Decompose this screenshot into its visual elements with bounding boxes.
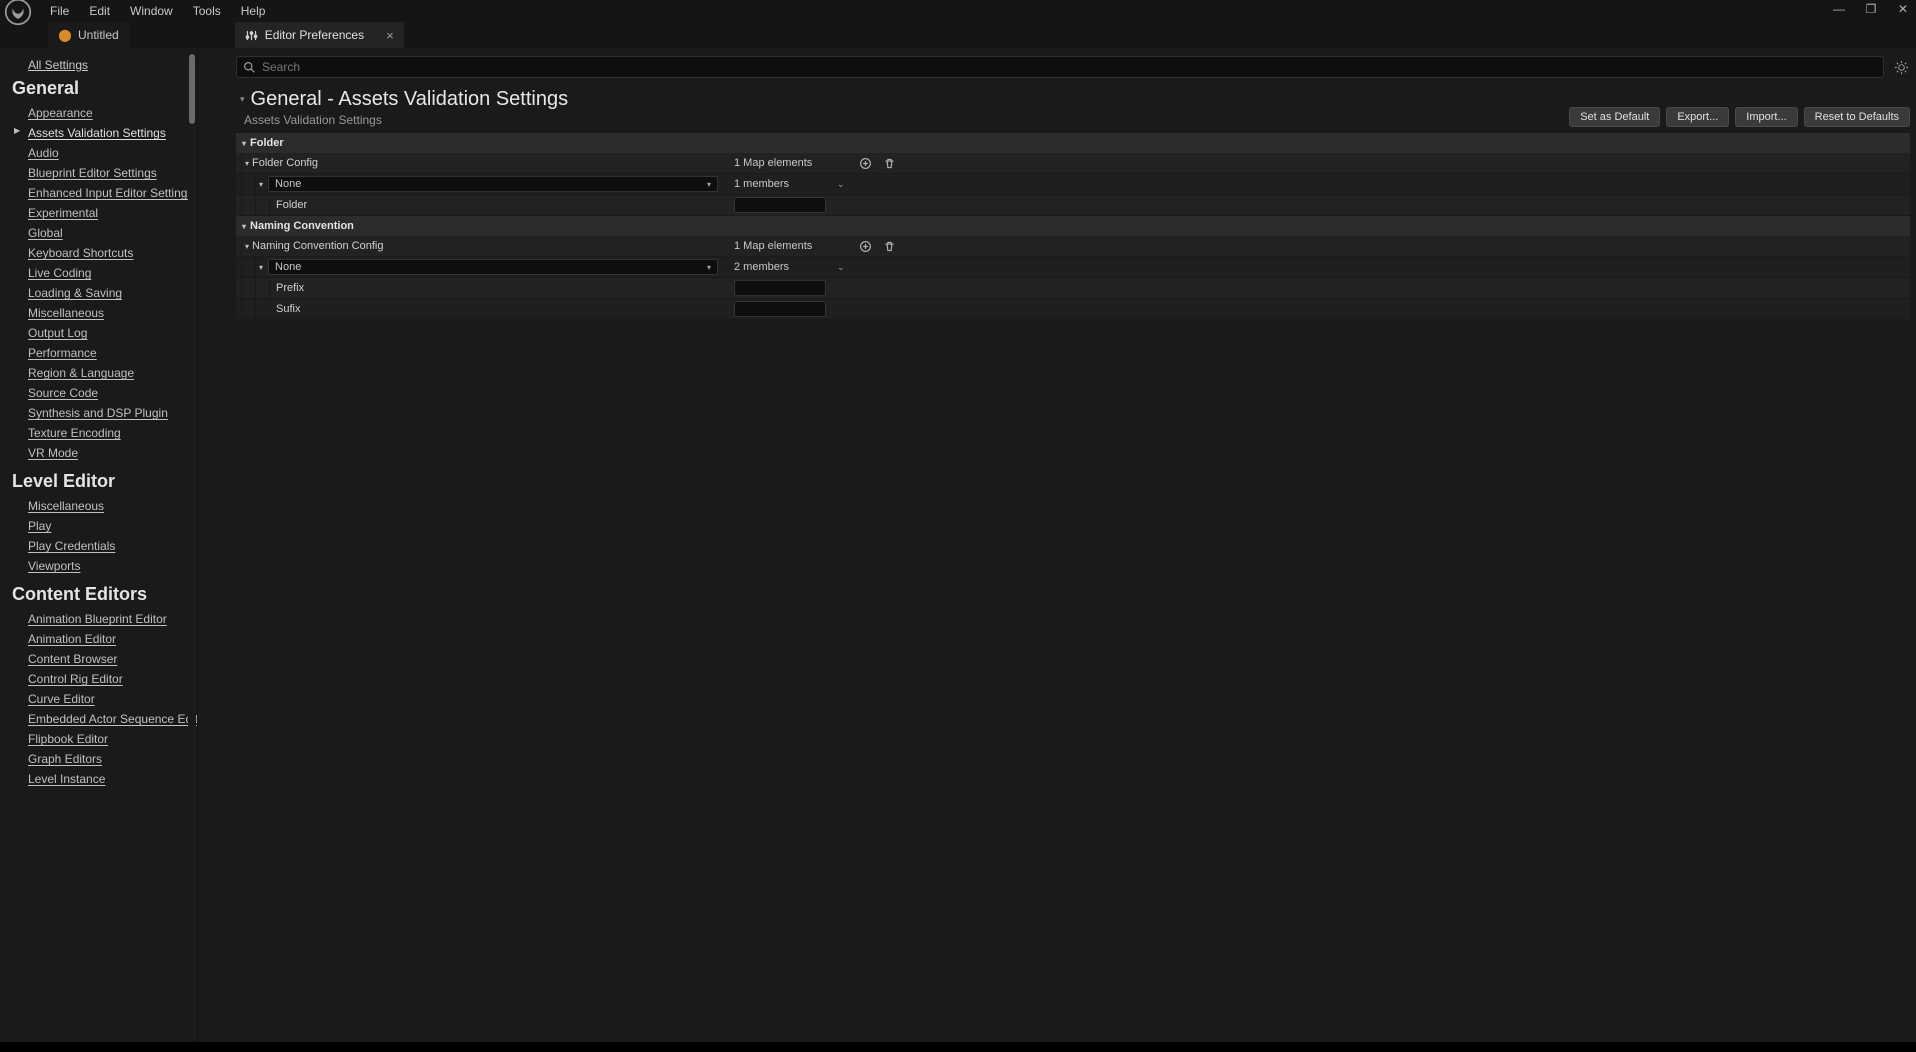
- import-button[interactable]: Import...: [1735, 107, 1797, 127]
- sidebar-item-miscellaneous[interactable]: Miscellaneous: [10, 303, 197, 323]
- menu-file[interactable]: File: [40, 2, 79, 20]
- sidebar-item-blueprint-editor-settings[interactable]: Blueprint Editor Settings: [10, 163, 197, 183]
- sidebar-item-animation-editor[interactable]: Animation Editor: [10, 629, 197, 649]
- tab-untitled[interactable]: ⬤ Untitled: [48, 22, 129, 48]
- expand-icon[interactable]: ▾: [256, 263, 266, 272]
- sidebar-item-appearance[interactable]: Appearance: [10, 103, 197, 123]
- sidebar-item-loading-saving[interactable]: Loading & Saving: [10, 283, 197, 303]
- tab-label: Editor Preferences: [265, 28, 364, 42]
- sidebar-item-region-language[interactable]: Region & Language: [10, 363, 197, 383]
- tab-bar: ⬤ Untitled Editor Preferences ×: [0, 22, 1916, 48]
- sidebar-item-content-browser[interactable]: Content Browser: [10, 649, 197, 669]
- search-field[interactable]: [262, 60, 1877, 74]
- clear-icon[interactable]: [882, 239, 896, 253]
- settings-sidebar: All SettingsGeneralAppearanceAssets Vali…: [0, 48, 198, 1042]
- prefix-value-input[interactable]: [734, 280, 826, 296]
- sidebar-item-embedded-actor-sequence-editor[interactable]: Embedded Actor Sequence Editor: [10, 709, 197, 729]
- category-folder[interactable]: ▾Folder: [236, 133, 1910, 153]
- sidebar-item-play-credentials[interactable]: Play Credentials: [10, 536, 197, 556]
- sidebar-item-curve-editor[interactable]: Curve Editor: [10, 689, 197, 709]
- sidebar-group-content-editors: Content Editors: [10, 576, 197, 609]
- export-button[interactable]: Export...: [1666, 107, 1729, 127]
- settings-content: ▾General - Assets Validation Settings As…: [220, 48, 1916, 1042]
- add-element-icon[interactable]: [858, 239, 872, 253]
- sidebar-item-synthesis-and-dsp-plugin[interactable]: Synthesis and DSP Plugin: [10, 403, 197, 423]
- menu-tools[interactable]: Tools: [183, 2, 231, 20]
- settings-gear-icon[interactable]: [1892, 58, 1910, 76]
- sidebar-item-output-log[interactable]: Output Log: [10, 323, 197, 343]
- sidebar-item-live-coding[interactable]: Live Coding: [10, 263, 197, 283]
- folder-key-combo[interactable]: None▾: [268, 176, 718, 192]
- tab-close-icon[interactable]: ×: [386, 28, 394, 43]
- minimize-button[interactable]: —: [1832, 2, 1846, 16]
- tab-editor-preferences[interactable]: Editor Preferences ×: [235, 22, 404, 48]
- chevron-down-icon[interactable]: ⌄: [837, 179, 845, 190]
- menu-window[interactable]: Window: [120, 2, 183, 20]
- sidebar-item-control-rig-editor[interactable]: Control Rig Editor: [10, 669, 197, 689]
- map-elements-label: 1 Map elements: [734, 157, 812, 169]
- sidebar-item-level-instance[interactable]: Level Instance: [10, 769, 197, 789]
- sidebar-item-viewports[interactable]: Viewports: [10, 556, 197, 576]
- close-button[interactable]: ✕: [1896, 2, 1910, 16]
- sidebar-item-experimental[interactable]: Experimental: [10, 203, 197, 223]
- sidebar-item-flipbook-editor[interactable]: Flipbook Editor: [10, 729, 197, 749]
- map-elements-label: 1 Map elements: [734, 240, 812, 252]
- search-icon: [243, 61, 256, 74]
- prop-folder-config: Folder Config: [252, 157, 318, 169]
- sufix-value-input[interactable]: [734, 301, 826, 317]
- unreal-logo-icon: [4, 0, 32, 26]
- members-label: 2 members: [734, 261, 789, 273]
- prop-prefix: Prefix: [270, 282, 304, 294]
- sidebar-item-enhanced-input-editor-settings[interactable]: Enhanced Input Editor Settings: [10, 183, 197, 203]
- collapse-icon[interactable]: ▾: [240, 94, 245, 105]
- sidebar-item-performance[interactable]: Performance: [10, 343, 197, 363]
- category-naming-convention[interactable]: ▾Naming Convention: [236, 216, 1910, 236]
- add-element-icon[interactable]: [858, 156, 872, 170]
- sidebar-item-global[interactable]: Global: [10, 223, 197, 243]
- expand-icon[interactable]: ▾: [242, 242, 252, 251]
- sidebar-item-source-code[interactable]: Source Code: [10, 383, 197, 403]
- expand-icon[interactable]: ▾: [256, 180, 266, 189]
- page-title: ▾General - Assets Validation Settings: [240, 88, 568, 111]
- level-icon: ⬤: [58, 28, 72, 42]
- sidebar-item-animation-blueprint-editor[interactable]: Animation Blueprint Editor: [10, 609, 197, 629]
- members-label: 1 members: [734, 178, 789, 190]
- sidebar-all-settings[interactable]: All Settings: [10, 58, 197, 74]
- prop-sufix: Sufix: [270, 303, 300, 315]
- sidebar-item-audio[interactable]: Audio: [10, 143, 197, 163]
- sidebar-item-miscellaneous[interactable]: Miscellaneous: [10, 496, 197, 516]
- menu-edit[interactable]: Edit: [79, 2, 120, 20]
- nc-key-combo[interactable]: None▾: [268, 259, 718, 275]
- tab-label: Untitled: [78, 28, 119, 42]
- sidebar-item-play[interactable]: Play: [10, 516, 197, 536]
- maximize-button[interactable]: ❐: [1864, 2, 1878, 16]
- reset-to-defaults-button[interactable]: Reset to Defaults: [1804, 107, 1910, 127]
- search-input[interactable]: [236, 56, 1884, 78]
- sidebar-item-keyboard-shortcuts[interactable]: Keyboard Shortcuts: [10, 243, 197, 263]
- menu-help[interactable]: Help: [231, 2, 276, 20]
- sidebar-group-level-editor: Level Editor: [10, 463, 197, 496]
- prop-folder: Folder: [270, 199, 307, 211]
- sidebar-group-general: General: [10, 74, 197, 103]
- sidebar-item-texture-encoding[interactable]: Texture Encoding: [10, 423, 197, 443]
- clear-icon[interactable]: [882, 156, 896, 170]
- sliders-icon: [245, 28, 259, 42]
- page-subtitle: Assets Validation Settings: [240, 113, 568, 127]
- chevron-down-icon[interactable]: ⌄: [837, 262, 845, 273]
- sidebar-item-graph-editors[interactable]: Graph Editors: [10, 749, 197, 769]
- set-as-default-button[interactable]: Set as Default: [1569, 107, 1660, 127]
- sidebar-item-vr-mode[interactable]: VR Mode: [10, 443, 197, 463]
- bottom-bar: [0, 1042, 1916, 1052]
- prop-naming-convention-config: Naming Convention Config: [252, 240, 383, 252]
- menu-bar: File Edit Window Tools Help — ❐ ✕: [0, 0, 1916, 22]
- sidebar-item-assets-validation-settings[interactable]: Assets Validation Settings: [10, 123, 197, 143]
- folder-value-input[interactable]: [734, 197, 826, 213]
- expand-icon[interactable]: ▾: [242, 159, 252, 168]
- sidebar-scrollbar[interactable]: [188, 48, 196, 1042]
